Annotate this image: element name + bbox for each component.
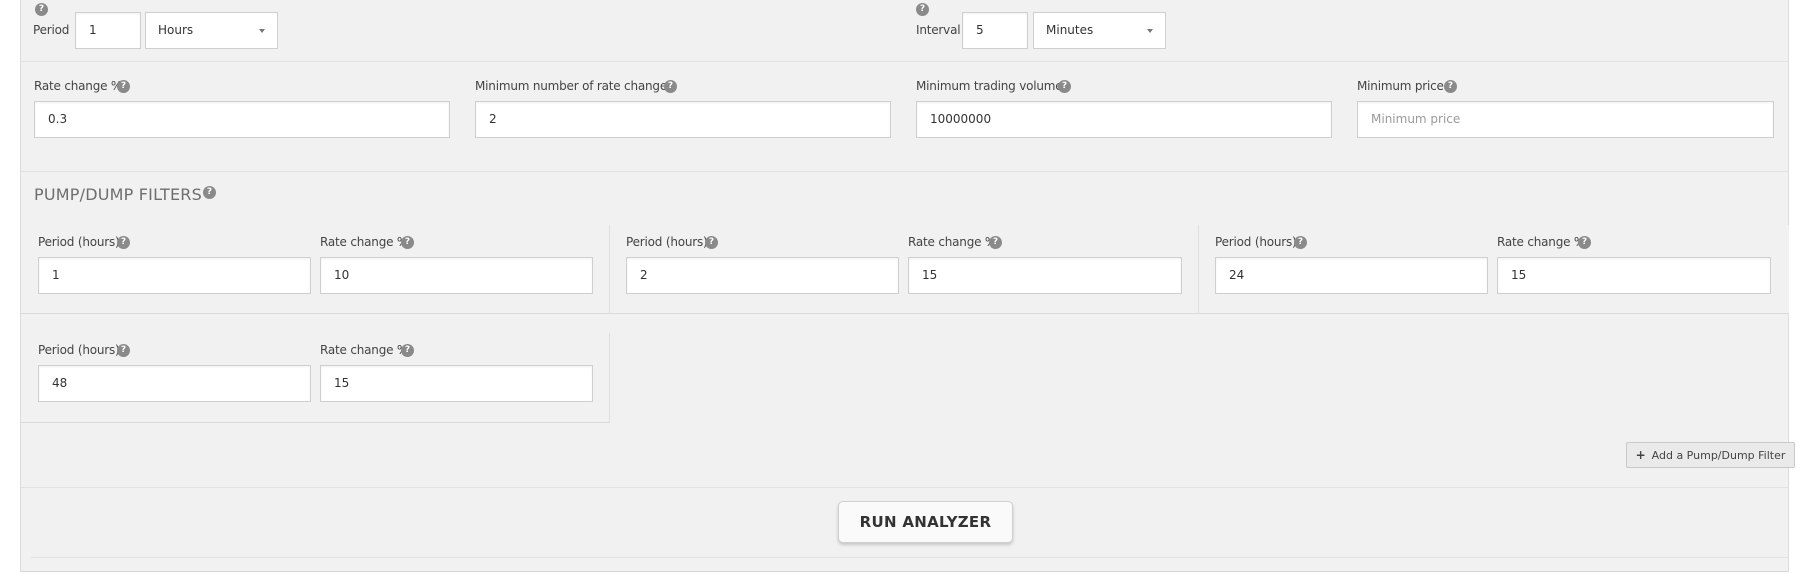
help-icon[interactable]: ? (35, 3, 48, 16)
interval-unit-value: Minutes (1046, 23, 1094, 37)
filter-period-input[interactable]: 24 (1215, 257, 1488, 294)
interval-label: Interval (916, 23, 961, 37)
filter-period-input[interactable]: 48 (38, 365, 311, 402)
filter-period-input[interactable]: 2 (626, 257, 899, 294)
add-pump-dump-filter-button[interactable]: + Add a Pump/Dump Filter (1626, 442, 1795, 468)
period-hours-label: Period (hours) (38, 235, 120, 249)
filter-rate-input[interactable]: 15 (908, 257, 1182, 294)
min-price-label: Minimum price (1357, 79, 1444, 93)
filter-rate-input[interactable]: 15 (1497, 257, 1771, 294)
divider (21, 171, 1789, 172)
pump-dump-filter: Period (hours) ? 1 Rate change % ? 10 (21, 225, 609, 314)
run-analyzer-button[interactable]: RUN ANALYZER (838, 501, 1013, 543)
filter-rate-input[interactable]: 10 (320, 257, 593, 294)
rate-change-label: Rate change % (34, 79, 123, 93)
rate-change-label: Rate change % (320, 235, 409, 249)
add-filter-label: Add a Pump/Dump Filter (1651, 449, 1786, 462)
caret-down-icon (1147, 29, 1153, 33)
min-volume-label: Minimum trading volume (916, 79, 1063, 93)
analyzer-panel: ? Period 1 Hours ? Interval 5 Minutes Ra… (20, 0, 1795, 572)
period-label: Period (33, 23, 70, 37)
period-hours-label: Period (hours) (38, 343, 120, 357)
rate-change-label: Rate change % (1497, 235, 1586, 249)
help-icon[interactable]: ? (401, 236, 414, 249)
plus-icon: + (1635, 448, 1646, 462)
help-icon[interactable]: ? (1578, 236, 1591, 249)
divider (609, 333, 610, 423)
help-icon[interactable]: ? (664, 80, 677, 93)
help-icon[interactable]: ? (705, 236, 718, 249)
interval-value-input[interactable]: 5 (962, 12, 1028, 49)
help-icon[interactable]: ? (1058, 80, 1071, 93)
min-price-input[interactable]: Minimum price (1357, 101, 1774, 138)
help-icon[interactable]: ? (203, 186, 216, 199)
interval-unit-select[interactable]: Minutes (1033, 12, 1166, 49)
section-title: PUMP/DUMP FILTERS (34, 185, 202, 204)
rate-change-label: Rate change % (320, 343, 409, 357)
rate-change-input[interactable]: 0.3 (34, 101, 450, 138)
help-icon[interactable]: ? (916, 3, 929, 16)
help-icon[interactable]: ? (117, 236, 130, 249)
min-rate-changes-label: Minimum number of rate changes (475, 79, 674, 93)
filter-period-input[interactable]: 1 (38, 257, 311, 294)
divider (21, 61, 1789, 62)
filter-rate-input[interactable]: 15 (320, 365, 593, 402)
pump-dump-filter: Period (hours) ? 48 Rate change % ? 15 (21, 333, 609, 423)
period-value-input[interactable]: 1 (75, 12, 141, 49)
divider (31, 557, 1789, 558)
help-icon[interactable]: ? (401, 344, 414, 357)
caret-down-icon (259, 29, 265, 33)
help-icon[interactable]: ? (1294, 236, 1307, 249)
pump-dump-filter: Period (hours) ? 24 Rate change % ? 15 (1199, 225, 1789, 314)
help-icon[interactable]: ? (1444, 80, 1457, 93)
period-unit-value: Hours (158, 23, 194, 37)
help-icon[interactable]: ? (117, 80, 130, 93)
pump-dump-filter: Period (hours) ? 2 Rate change % ? 15 (610, 225, 1198, 314)
period-unit-select[interactable]: Hours (145, 12, 278, 49)
help-icon[interactable]: ? (989, 236, 1002, 249)
rate-change-label: Rate change % (908, 235, 997, 249)
period-hours-label: Period (hours) (626, 235, 708, 249)
help-icon[interactable]: ? (117, 344, 130, 357)
divider (21, 487, 1789, 488)
period-hours-label: Period (hours) (1215, 235, 1297, 249)
min-rate-changes-input[interactable]: 2 (475, 101, 891, 138)
min-volume-input[interactable]: 10000000 (916, 101, 1332, 138)
